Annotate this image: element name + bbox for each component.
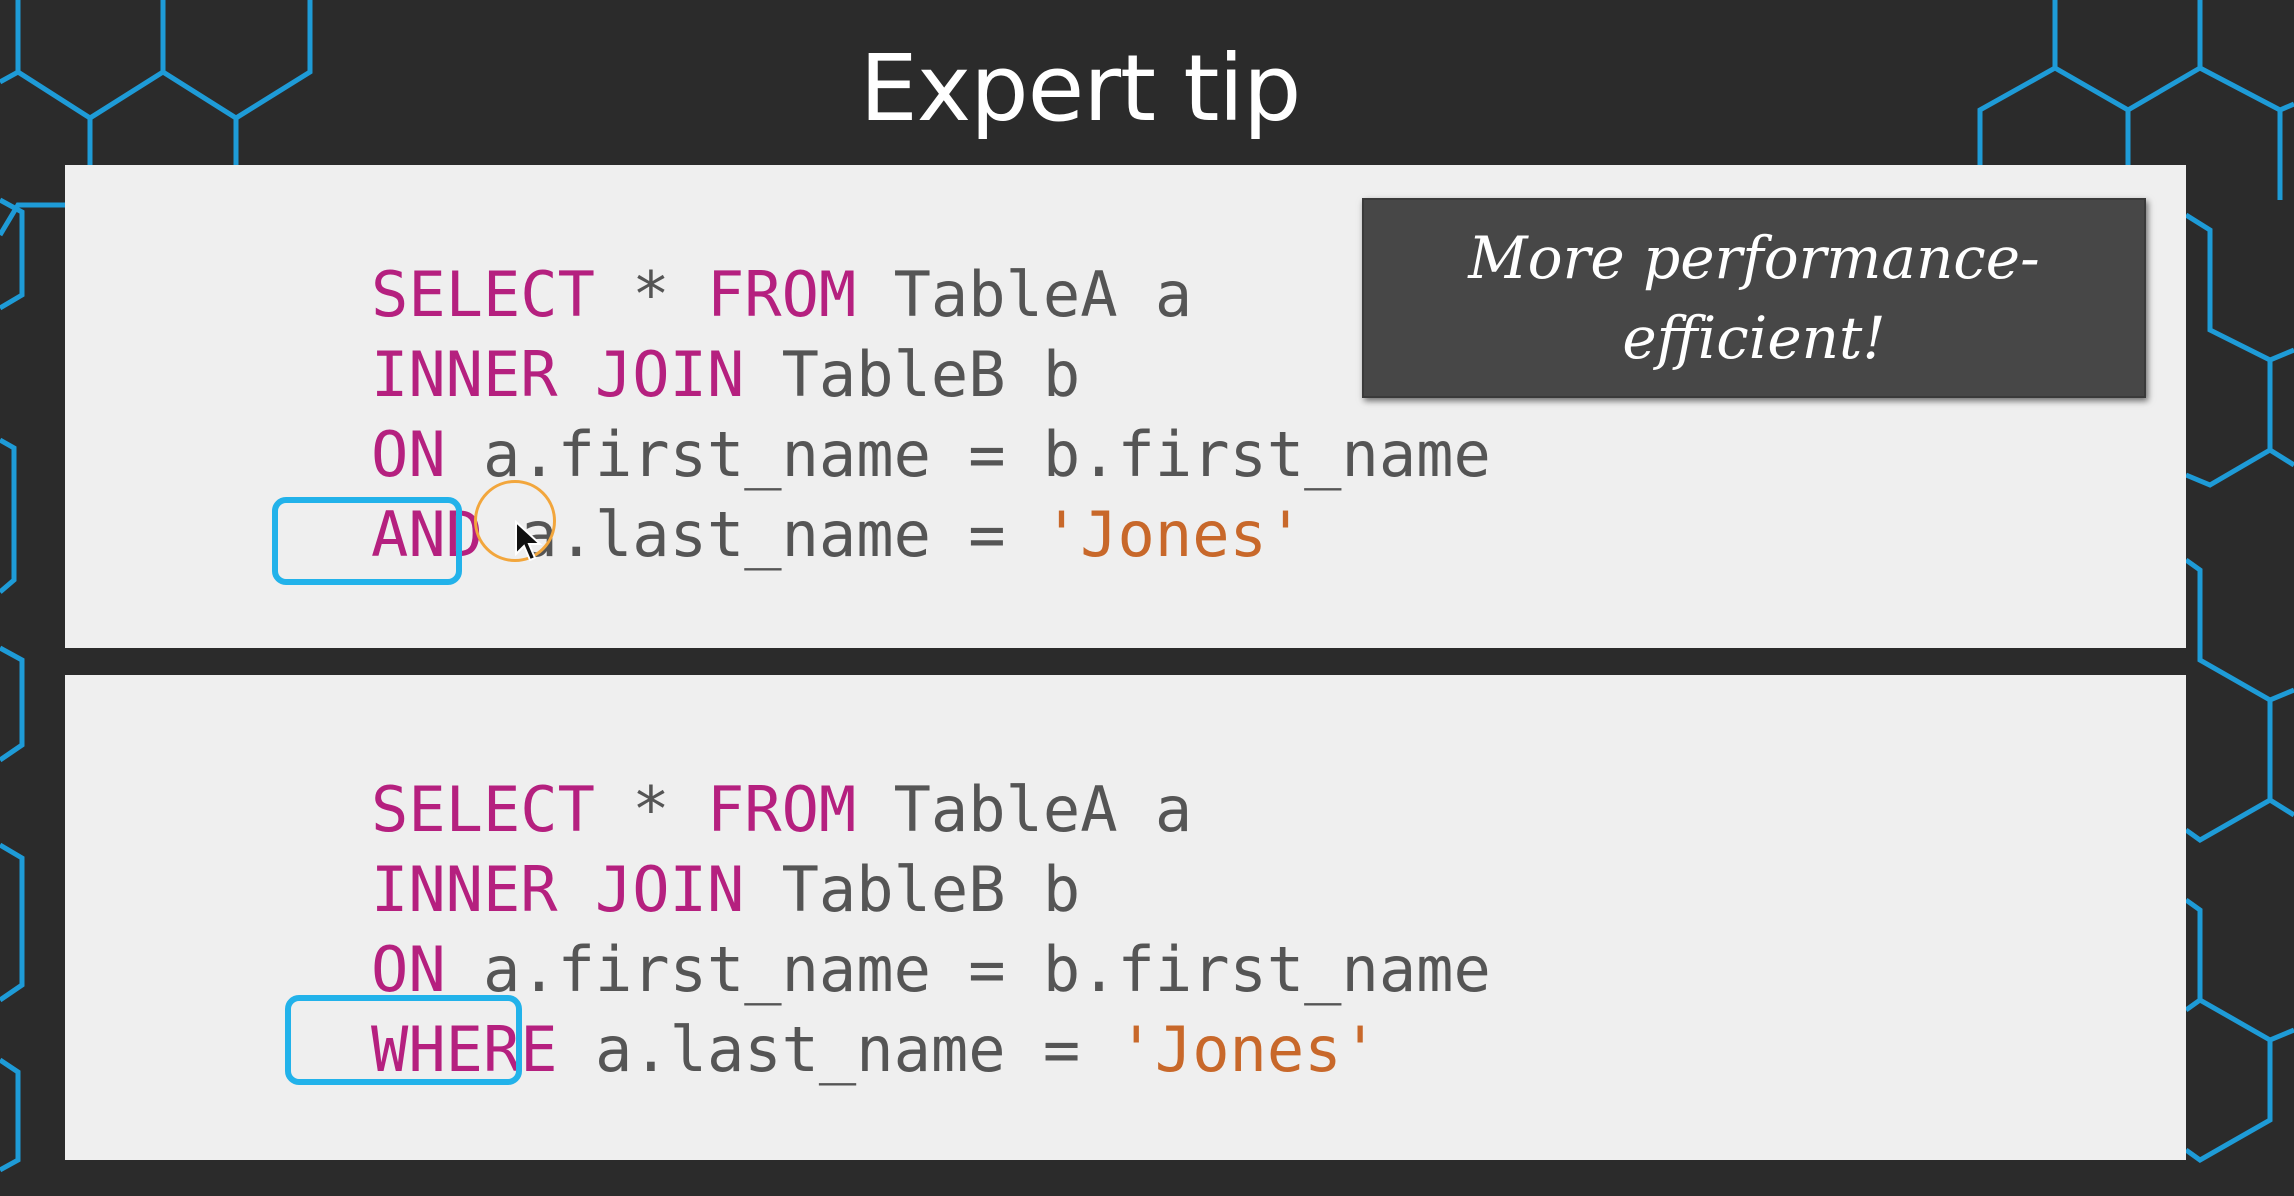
- hexagon-line: [2184, 557, 2294, 703]
- code-line: ON a.first_name = b.first_name: [371, 415, 1491, 495]
- highlight-box-where: [285, 995, 522, 1085]
- hexagon-line: [2268, 797, 2294, 818]
- highlight-box-and: [272, 497, 462, 585]
- sql-string: 'Jones': [1117, 1013, 1379, 1086]
- hexagon-line: [2184, 700, 2273, 843]
- hexagon-line: [2185, 360, 2273, 488]
- sql-text: TableB b: [744, 338, 1081, 411]
- hexagon-line: [2184, 997, 2202, 1013]
- slide-title: Expert tip: [859, 35, 1302, 142]
- sql-text: *: [594, 258, 707, 331]
- hexagon-line: [0, 842, 25, 1003]
- code-line: WHERE a.last_name = 'Jones': [371, 1010, 1491, 1090]
- sql-text: a.last_name =: [482, 498, 1043, 571]
- code-line: ON a.first_name = b.first_name: [371, 930, 1491, 1010]
- code-panel-and: SELECT * FROM TableA a INNER JOIN TableB …: [65, 165, 2186, 648]
- hexagon-line: [2184, 1040, 2273, 1163]
- hexagon-line: [0, 645, 25, 763]
- sql-text: a.first_name = b.first_name: [445, 933, 1491, 1006]
- callout-box: More performance-efficient!: [1362, 198, 2146, 398]
- code-line: SELECT * FROM TableA a: [371, 255, 1491, 335]
- sql-keyword: ON: [371, 418, 446, 491]
- hexagon-line: [0, 1057, 21, 1173]
- hexagon-line: [2198, 65, 2294, 113]
- hexagon-line: [2184, 212, 2294, 363]
- sql-text: *: [594, 773, 707, 846]
- sql-query-where: SELECT * FROM TableA a INNER JOIN TableB …: [371, 770, 1491, 1090]
- sql-text: TableA a: [856, 258, 1193, 331]
- sql-string: 'Jones': [1042, 498, 1305, 571]
- sql-text: TableB b: [744, 853, 1081, 926]
- sql-keyword: INNER JOIN: [371, 338, 745, 411]
- code-line: SELECT * FROM TableA a: [371, 770, 1491, 850]
- sql-keyword: INNER JOIN: [371, 853, 745, 926]
- hexagon-line: [2268, 447, 2294, 468]
- sql-text: a.last_name =: [557, 1013, 1118, 1086]
- sql-keyword: FROM: [706, 773, 857, 846]
- hexagon-line: [2184, 897, 2294, 1043]
- sql-text: TableA a: [856, 773, 1193, 846]
- sql-text: a.first_name = b.first_name: [445, 418, 1491, 491]
- sql-keyword: SELECT: [371, 773, 595, 846]
- code-line: INNER JOIN TableB b: [371, 850, 1491, 930]
- mouse-pointer-icon: [515, 520, 543, 562]
- sql-keyword: FROM: [706, 258, 857, 331]
- callout-text: More performance-efficient!: [1468, 224, 2040, 372]
- sql-keyword: SELECT: [371, 258, 595, 331]
- code-panel-where: SELECT * FROM TableA a INNER JOIN TableB …: [65, 675, 2186, 1160]
- hexagon-line: [0, 437, 17, 594]
- code-line: INNER JOIN TableB b: [371, 335, 1491, 415]
